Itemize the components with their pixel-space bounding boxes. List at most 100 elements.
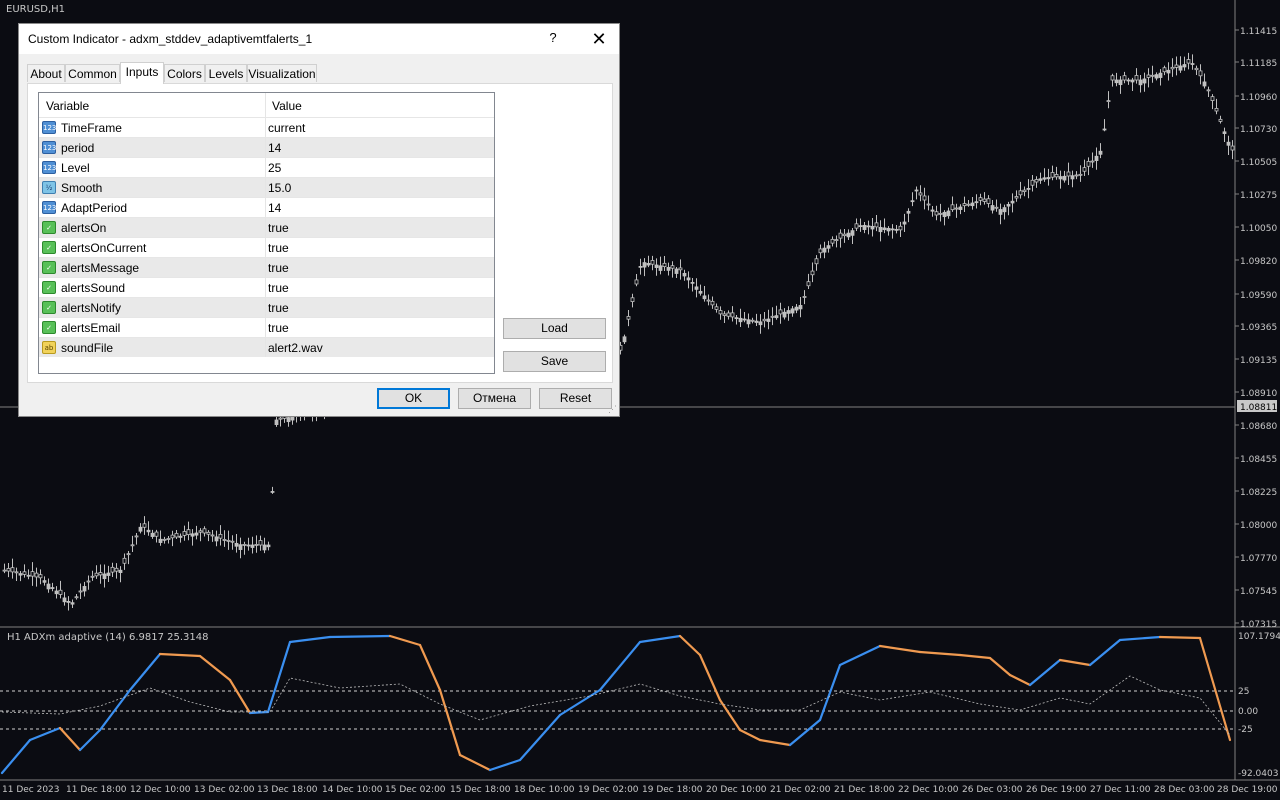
param-value[interactable]: 14 xyxy=(268,201,281,215)
time-axis-label: 26 Dec 19:00 xyxy=(1026,785,1087,795)
candle xyxy=(978,197,983,201)
tab-inputs[interactable]: Inputs xyxy=(120,62,164,84)
param-row[interactable]: 123 period 14 xyxy=(39,137,494,157)
adx-line-segment xyxy=(598,640,642,692)
candle xyxy=(938,212,943,215)
param-row[interactable]: ✓ alertsOnCurrent true xyxy=(39,237,494,257)
candle xyxy=(778,309,783,315)
candle xyxy=(26,574,31,577)
indicator-axis-label: 107.1794 xyxy=(1238,632,1280,642)
tab-colors[interactable]: Colors xyxy=(164,64,205,82)
param-row[interactable]: ½ Smooth 15.0 xyxy=(39,177,494,197)
time-axis-label: 14 Dec 10:00 xyxy=(322,785,383,795)
candle xyxy=(1018,190,1023,196)
candle xyxy=(1058,176,1063,180)
candle xyxy=(70,602,75,605)
param-value[interactable]: true xyxy=(268,261,289,275)
param-row[interactable]: ✓ alertsSound true xyxy=(39,277,494,297)
adx-line-segment xyxy=(838,644,882,667)
param-value[interactable]: true xyxy=(268,241,289,255)
candle xyxy=(270,491,275,493)
candle xyxy=(702,295,707,300)
candle xyxy=(830,238,835,244)
param-value[interactable]: current xyxy=(268,121,305,135)
candle xyxy=(18,573,23,576)
candle xyxy=(106,572,111,576)
column-header-value[interactable]: Value xyxy=(272,99,302,113)
candle xyxy=(134,535,139,538)
candle xyxy=(1010,200,1015,204)
param-row[interactable]: 123 AdaptPeriod 14 xyxy=(39,197,494,217)
param-row[interactable]: 123 TimeFrame current xyxy=(39,117,494,137)
candle xyxy=(1038,178,1043,181)
param-value[interactable]: true xyxy=(268,221,289,235)
param-name: TimeFrame xyxy=(61,121,122,135)
candle xyxy=(290,416,295,421)
int-type-icon: 123 xyxy=(42,121,56,134)
time-axis-label: 28 Dec 19:00 xyxy=(1217,785,1278,795)
candle xyxy=(814,258,819,265)
candle xyxy=(914,189,919,192)
help-button[interactable]: ? xyxy=(543,30,563,45)
dbl-type-icon: ½ xyxy=(42,181,56,194)
cancel-button[interactable]: Отмена xyxy=(458,388,531,409)
candle xyxy=(1098,150,1103,155)
param-row[interactable]: ab soundFile alert2.wav xyxy=(39,337,494,357)
resize-grip-icon[interactable]: ⋰ xyxy=(608,404,617,415)
param-value[interactable]: true xyxy=(268,281,289,295)
price-axis-label: 1.08000 xyxy=(1240,521,1277,531)
column-header-variable[interactable]: Variable xyxy=(46,99,89,113)
param-name: alertsMessage xyxy=(61,261,140,275)
candle xyxy=(1062,175,1067,181)
reset-button[interactable]: Reset xyxy=(539,388,612,409)
candle xyxy=(1130,79,1135,83)
candle xyxy=(622,336,627,343)
grid-header: Variable Value xyxy=(39,93,494,117)
save-button[interactable]: Save xyxy=(503,351,606,372)
param-value[interactable]: 25 xyxy=(268,161,281,175)
time-axis-label: 19 Dec 02:00 xyxy=(578,785,639,795)
param-row[interactable]: ✓ alertsEmail true xyxy=(39,317,494,337)
time-axis-label: 12 Dec 10:00 xyxy=(130,785,191,795)
candle xyxy=(826,245,831,249)
param-row[interactable]: ✓ alertsNotify true xyxy=(39,297,494,317)
param-value[interactable]: alert2.wav xyxy=(268,341,323,355)
bool-type-icon: ✓ xyxy=(42,221,56,234)
candle xyxy=(90,575,95,578)
adx-line-segment xyxy=(818,663,842,722)
candle xyxy=(206,531,211,535)
close-icon[interactable]: ✕ xyxy=(587,28,611,50)
param-row[interactable]: ✓ alertsOn true xyxy=(39,217,494,237)
param-row[interactable]: ✓ alertsMessage true xyxy=(39,257,494,277)
candle xyxy=(654,264,659,268)
tab-common[interactable]: Common xyxy=(65,64,120,82)
tab-visualization[interactable]: Visualization xyxy=(247,64,317,82)
ok-button[interactable]: OK xyxy=(377,388,450,409)
param-value[interactable]: true xyxy=(268,321,289,335)
param-value[interactable]: true xyxy=(268,301,289,315)
price-axis-label: 1.07770 xyxy=(1240,554,1277,564)
candle xyxy=(1182,64,1187,68)
tab-levels[interactable]: Levels xyxy=(205,64,247,82)
param-name: period xyxy=(61,141,95,155)
candle xyxy=(970,202,975,207)
candle xyxy=(1142,78,1147,84)
candle xyxy=(794,306,799,311)
load-button[interactable]: Load xyxy=(503,318,606,339)
dialog-titlebar[interactable]: Custom Indicator - adxm_stddev_adaptivem… xyxy=(19,24,619,54)
tab-about[interactable]: About xyxy=(27,64,65,82)
candle xyxy=(1174,64,1179,68)
candle xyxy=(1070,175,1075,180)
param-value[interactable]: 14 xyxy=(268,141,281,155)
candle xyxy=(162,538,167,541)
candle xyxy=(642,262,647,268)
candle xyxy=(750,319,755,322)
adx-line-segment xyxy=(1158,635,1202,640)
candle xyxy=(1134,75,1139,81)
adx-line-segment xyxy=(698,653,722,702)
price-axis-label: 1.08455 xyxy=(1240,455,1277,465)
candle xyxy=(762,318,767,322)
candle xyxy=(1106,100,1111,102)
param-row[interactable]: 123 Level 25 xyxy=(39,157,494,177)
param-value[interactable]: 15.0 xyxy=(268,181,291,195)
